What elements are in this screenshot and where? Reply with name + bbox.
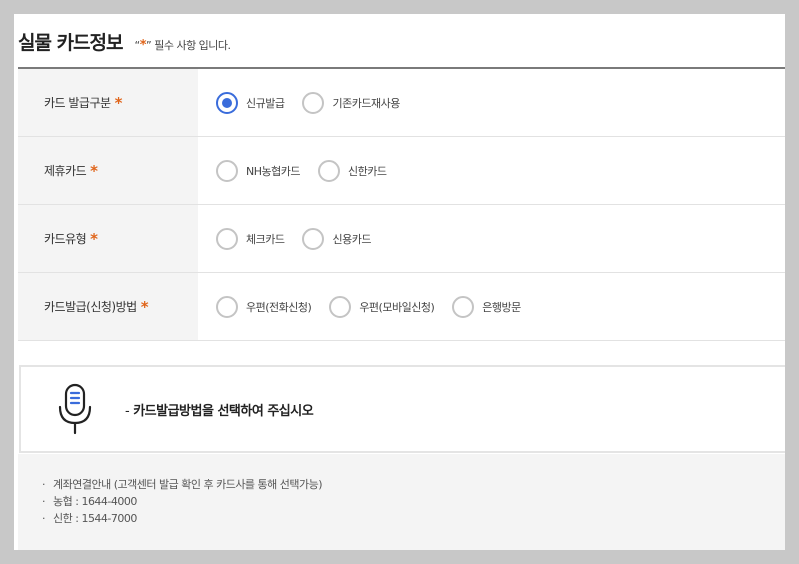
radio-label: 은행방문 [482,300,521,314]
info-line-account: · 계좌연결안내 (고객센터 발급 확인 후 카드사를 통해 선택가능) [42,476,785,493]
page-title: 실물 카드정보 [18,32,123,54]
required-mark: * [140,297,149,316]
radio-button[interactable] [216,159,238,182]
radio-option-mail-phone[interactable]: 우편(전화신청) [216,295,312,318]
radio-group-issue-method: 우편(전화신청) 우편(모바일신청) 은행방문 [198,273,785,340]
row-label: 카드 발급구분 * [18,69,198,136]
info-text: 신한 : 1544-7000 [53,512,137,525]
radio-option-bank-visit[interactable]: 은행방문 [452,295,521,318]
required-mark: * [114,93,123,112]
card-info-panel: 실물 카드정보 “*” 필수 사항 입니다. 카드 발급구분 * 신규발급 기존카… [14,14,785,550]
row-label: 제휴카드 * [18,137,198,204]
radio-option-reuse-card[interactable]: 기존카드재사용 [302,91,400,114]
radio-option-credit-card[interactable]: 신용카드 [302,227,371,250]
radio-label: NH농협카드 [246,164,300,178]
notice-message: - 카드발급방법을 선택하여 주십시오 [125,400,314,419]
radio-button[interactable] [452,295,475,318]
row-card-type: 카드유형 * 체크카드 신용카드 [18,205,785,273]
info-line-shinhan: · 신한 : 1544-7000 [42,510,785,527]
row-issue-method: 카드발급(신청)방법 * 우편(전화신청) 우편(모바일신청) 은행방문 [18,273,785,341]
notice-dash: - [125,403,130,419]
notice-box: - 카드발급방법을 선택하여 주십시오 [19,365,785,453]
radio-label: 우편(모바일신청) [359,300,435,314]
radio-option-new-issue[interactable]: 신규발급 [216,91,285,114]
radio-label: 체크카드 [246,232,285,246]
required-note-text: ” 필수 사항 입니다. [146,39,231,52]
radio-option-nh-card[interactable]: NH농협카드 [216,159,300,182]
required-note: “*” 필수 사항 입니다. [135,37,232,53]
required-mark: * [90,229,98,248]
radio-group-card-type: 체크카드 신용카드 [198,205,785,272]
radio-label: 우편(전화신청) [246,300,312,314]
info-section: · 계좌연결안내 (고객센터 발급 확인 후 카드사를 통해 선택가능) · 농협 … [18,454,785,550]
row-label: 카드발급(신청)방법 * [18,273,198,340]
info-text: 농협 : 1644-4000 [53,495,137,508]
radio-label: 신용카드 [332,232,371,246]
radio-option-shinhan-card[interactable]: 신한카드 [317,159,387,182]
row-label: 카드유형 * [18,205,198,272]
card-form: 카드 발급구분 * 신규발급 기존카드재사용 제휴카드 * NH농협카드 신한카드 … [18,69,785,341]
radio-button[interactable] [216,91,238,114]
radio-button[interactable] [302,227,325,250]
info-line-nh: · 농협 : 1644-4000 [42,493,785,510]
info-text: 계좌연결안내 (고객센터 발급 확인 후 카드사를 통해 선택가능) [53,478,323,491]
radio-label: 기존카드재사용 [332,96,400,110]
bullet-icon: · [42,512,46,525]
row-label-text: 카드발급(신청)방법 [44,300,137,314]
row-label-text: 카드 발급구분 [44,96,111,110]
radio-button[interactable] [317,159,340,182]
radio-button[interactable] [302,91,325,114]
radio-option-check-card[interactable]: 체크카드 [216,227,285,250]
row-partner-card: 제휴카드 * NH농협카드 신한카드 [18,137,785,205]
bullet-icon: · [42,478,46,491]
radio-group-issue-type: 신규발급 기존카드재사용 [198,69,785,136]
radio-dot-icon [222,97,232,108]
notice-text: 카드발급방법을 선택하여 주십시오 [133,403,314,419]
radio-label: 신규발급 [246,96,285,110]
required-mark: * [90,161,98,180]
row-issue-type: 카드 발급구분 * 신규발급 기존카드재사용 [18,69,785,137]
radio-button[interactable] [216,295,238,318]
row-label-text: 제휴카드 [44,164,87,178]
radio-button[interactable] [216,227,238,250]
microphone-icon [58,383,92,435]
bullet-icon: · [42,495,46,508]
radio-label: 신한카드 [347,164,387,178]
row-label-text: 카드유형 [44,232,87,246]
radio-button[interactable] [329,295,352,318]
radio-group-partner-card: NH농협카드 신한카드 [198,137,785,204]
radio-option-mail-mobile[interactable]: 우편(모바일신청) [329,295,435,318]
section-header: 실물 카드정보 “*” 필수 사항 입니다. [18,28,232,54]
